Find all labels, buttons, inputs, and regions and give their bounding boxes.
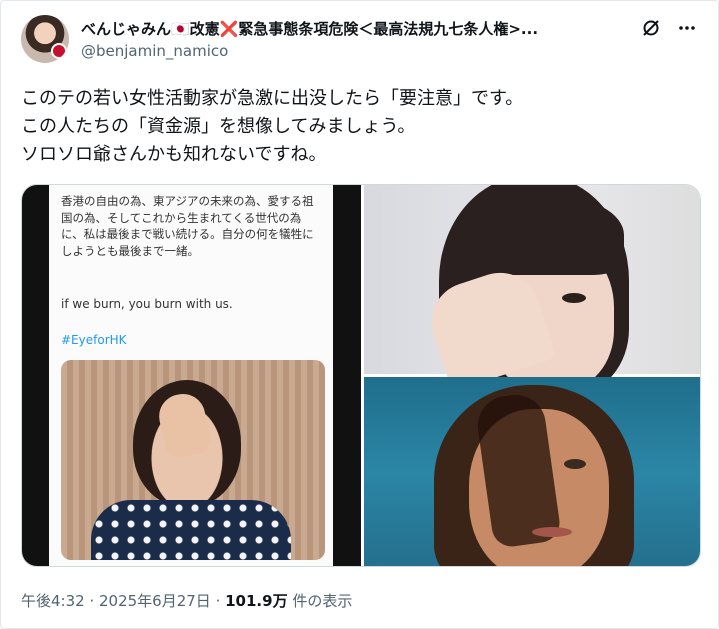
- author-name-row[interactable]: べんじゃみん🇯🇵改憲❌緊急事態条項危険＜最高法規九七条人権>...: [81, 17, 641, 39]
- meta-separator: ·: [84, 592, 99, 610]
- screenshot-english-text: if we burn, you burn with us.: [61, 297, 233, 311]
- tweet-date[interactable]: 2025年6月27日: [99, 592, 211, 610]
- photo-kimono: [91, 500, 291, 560]
- author-handle[interactable]: @benjamin_namico: [81, 42, 228, 60]
- media-image-3[interactable]: [364, 377, 700, 566]
- author-display-name[interactable]: べんじゃみん🇯🇵改憲❌緊急事態条項危険＜最高法規九七条人権>...: [81, 18, 538, 39]
- screenshot-japanese-text: 香港の自由の為、東アジアの未来の為、愛する祖国の為、そしてこれから生まれてくる世…: [61, 194, 314, 258]
- tweet-line-1: このテの若い女性活動家が急激に出没したら「要注意」です。: [21, 88, 524, 109]
- photo-eye: [562, 293, 586, 303]
- tweet-card: べんじゃみん🇯🇵改憲❌緊急事態条項危険＜最高法規九七条人権>... @benja…: [0, 0, 719, 629]
- tweet-actions-top: [640, 17, 698, 39]
- tweet-time[interactable]: 午後4:32: [21, 592, 85, 610]
- photo-lips: [532, 527, 572, 537]
- tweet-meta: 午後4:32 · 2025年6月27日 · 101.9万 件の表示: [21, 590, 352, 611]
- more-icon[interactable]: [676, 17, 698, 39]
- screenshot-photo: [61, 360, 325, 560]
- media-image-2[interactable]: [364, 185, 700, 395]
- tweet-line-3: ソロソロ爺さんかも知れないですね。: [21, 144, 327, 165]
- view-count-suffix: 件の表示: [287, 592, 353, 610]
- avatar[interactable]: [21, 15, 69, 63]
- view-count: 101.9万: [225, 592, 288, 610]
- grok-icon[interactable]: [640, 17, 662, 39]
- meta-separator: ·: [210, 592, 226, 610]
- embedded-screenshot: 香港の自由の為、東アジアの未来の為、愛する祖国の為、そしてこれから生まれてくる世…: [49, 185, 333, 566]
- media-image-1[interactable]: 香港の自由の為、東アジアの未来の為、愛する祖国の為、そしてこれから生まれてくる世…: [22, 185, 361, 566]
- photo-fringe: [474, 195, 624, 275]
- tweet-line-2: この人たちの「資金源」を想像してみましょう。: [21, 116, 416, 137]
- media-grid: 香港の自由の為、東アジアの未来の為、愛する祖国の為、そしてこれから生まれてくる世…: [21, 184, 701, 567]
- avatar-badge-icon: [51, 43, 67, 59]
- photo-eye: [564, 459, 586, 469]
- screenshot-hashtag: #EyeforHK: [61, 333, 127, 347]
- tweet-text: このテの若い女性活動家が急激に出没したら「要注意」です。 この人たちの「資金源」…: [21, 85, 701, 169]
